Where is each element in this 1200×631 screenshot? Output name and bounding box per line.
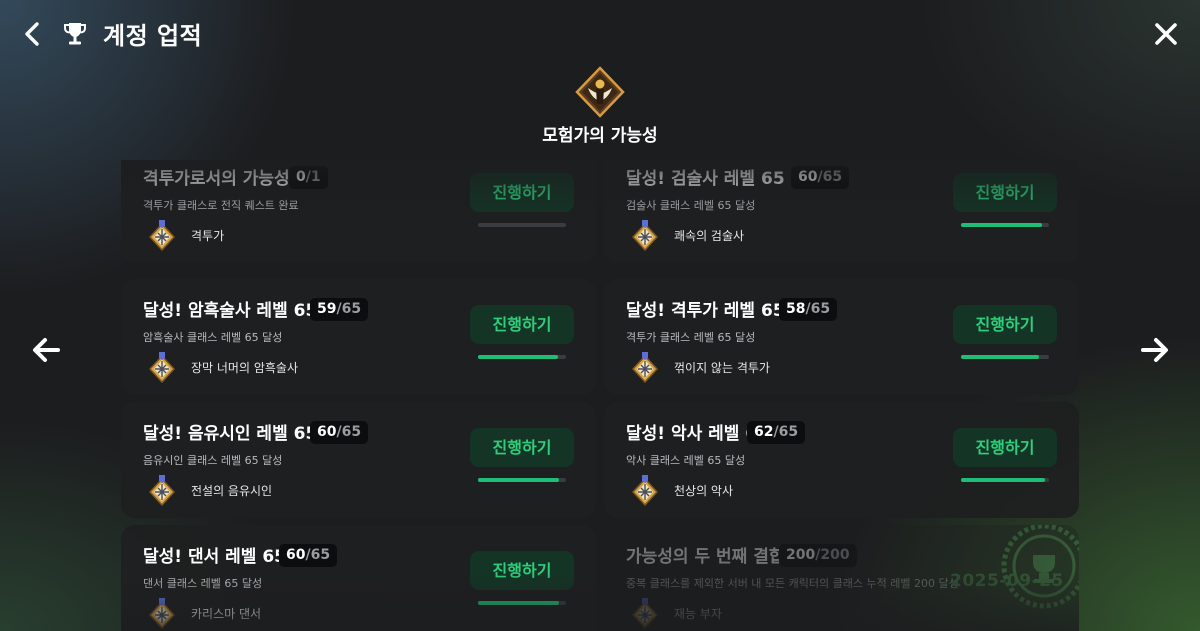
title-badge-icon — [148, 352, 176, 383]
title-badge-icon — [148, 475, 176, 506]
progress-bar-fill — [961, 223, 1043, 227]
achievement-title: 격투가로서의 가능성 — [143, 169, 290, 189]
count-total: /65 — [336, 301, 362, 317]
achievement-card: 달성! 악사 레벨 65 62/65 악사 클래스 레벨 65 달성 천상의 악사 진행… — [604, 402, 1079, 518]
achievement-list[interactable]: 격투가로서의 가능성 0/1 격투가 클래스로 전직 퀘스트 완료 격투가 진행하기 달성… — [121, 160, 1079, 631]
progress-bar-fill — [478, 478, 560, 482]
progress-bar — [478, 355, 566, 359]
achievement-description: 격투가 클래스 레벨 65 달성 — [626, 331, 756, 344]
achievement-title: 달성! 암흑술사 레벨 65 — [143, 301, 318, 321]
title-badge-icon — [631, 475, 659, 506]
top-bar: 계정 업적 — [0, 0, 1200, 68]
achievement-reward: 천상의 악사 — [674, 484, 734, 498]
achievement-card: 달성! 음유시인 레벨 65 60/65 음유시인 클래스 레벨 65 달성전설의 … — [121, 402, 596, 518]
title-badge-icon — [631, 352, 659, 383]
achievement-reward: 장막 너머의 암흑술사 — [191, 361, 298, 375]
close-icon[interactable] — [1152, 20, 1180, 48]
count-total: /1 — [305, 169, 321, 185]
progress-bar — [478, 223, 566, 227]
achievement-title: 가능성의 두 번째 결합 — [626, 547, 785, 567]
category-title: 모험가의 가능성 — [542, 126, 658, 146]
achievement-title: 달성! 격투가 레벨 65 — [626, 301, 785, 321]
achievement-count: 62/65 — [747, 421, 806, 444]
progress-bar — [961, 355, 1049, 359]
progress-bar-fill — [478, 355, 558, 359]
achievement-description: 중복 클래스를 제외한 서버 내 모든 캐릭터의 클래스 누적 레벨 200 달… — [626, 577, 959, 590]
proceed-button[interactable]: 진행하기 — [953, 173, 1057, 212]
count-current: 60 — [798, 169, 818, 185]
count-total: /65 — [773, 424, 799, 440]
title-badge-icon — [631, 598, 659, 629]
achievement-count: 200/200 — [779, 544, 857, 567]
title-badge-icon — [631, 220, 659, 251]
achievement-description: 암흑술사 클래스 레벨 65 달성 — [143, 331, 283, 344]
achievement-card: 가능성의 두 번째 결합 200/200 중복 클래스를 제외한 서버 내 모든 캐… — [604, 525, 1079, 631]
count-total: /65 — [305, 547, 331, 563]
achievement-card: 달성! 격투가 레벨 65 58/65 격투가 클래스 레벨 65 달성꺾이지 않는… — [604, 279, 1079, 395]
progress-bar — [961, 478, 1049, 482]
title-badge-icon — [148, 598, 176, 629]
achievement-reward: 재능 부자 — [674, 607, 722, 621]
achievement-title: 달성! 검술사 레벨 65 — [626, 169, 785, 189]
count-total: /200 — [815, 547, 850, 563]
achievement-description: 음유시인 클래스 레벨 65 달성 — [143, 454, 283, 467]
progress-bar-fill — [478, 601, 560, 605]
achievement-reward: 카리스마 댄서 — [191, 607, 262, 621]
count-current: 200 — [786, 547, 816, 563]
achievement-card: 달성! 검술사 레벨 65 60/65 검술사 클래스 레벨 65 달성쾌속의 검술… — [604, 160, 1079, 263]
count-current: 60 — [317, 424, 337, 440]
count-total: /65 — [817, 169, 843, 185]
achievement-reward: 전설의 음유시인 — [191, 484, 273, 498]
progress-bar-fill — [961, 478, 1045, 482]
count-total: /65 — [805, 301, 831, 317]
count-current: 59 — [317, 301, 337, 317]
achievement-count: 60/65 — [310, 421, 369, 444]
chevron-left-icon[interactable] — [20, 20, 46, 48]
progress-bar-fill — [961, 355, 1040, 359]
achievement-card: 격투가로서의 가능성 0/1 격투가 클래스로 전직 퀘스트 완료 격투가 진행하기 — [121, 160, 596, 263]
title-badge-icon — [148, 220, 176, 251]
arrow-right-icon[interactable] — [1139, 335, 1171, 365]
progress-bar — [961, 223, 1049, 227]
proceed-button[interactable]: 진행하기 — [470, 173, 574, 212]
count-current: 0 — [296, 169, 306, 185]
achievement-count: 0/1 — [289, 166, 328, 189]
achievement-description: 악사 클래스 레벨 65 달성 — [626, 454, 746, 467]
proceed-button[interactable]: 진행하기 — [470, 428, 574, 467]
achievement-reward: 격투가 — [191, 229, 225, 243]
achievement-count: 58/65 — [779, 298, 838, 321]
count-total: /65 — [336, 424, 362, 440]
achievement-description: 격투가 클래스로 전직 퀘스트 완료 — [143, 199, 299, 212]
arrow-left-icon[interactable] — [30, 335, 62, 365]
achievement-reward: 꺾이지 않는 격투가 — [674, 361, 770, 375]
achievement-title: 달성! 댄서 레벨 65 — [143, 547, 287, 567]
achievement-title: 달성! 음유시인 레벨 65 — [143, 424, 318, 444]
winged-emblem-icon — [575, 66, 625, 118]
page-title: 계정 업적 — [103, 22, 203, 50]
achievement-card: 달성! 암흑술사 레벨 65 59/65 암흑술사 클래스 레벨 65 달성장막 너… — [121, 279, 596, 395]
count-current: 62 — [754, 424, 774, 440]
completed-stamp-icon — [1001, 525, 1079, 609]
proceed-button[interactable]: 진행하기 — [470, 551, 574, 590]
count-current: 58 — [786, 301, 806, 317]
trophy-icon — [64, 23, 86, 45]
achievement-description: 검술사 클래스 레벨 65 달성 — [626, 199, 756, 212]
progress-bar — [478, 601, 566, 605]
achievement-card: 달성! 댄서 레벨 65 60/65 댄서 클래스 레벨 65 달성카리스마 댄서 진… — [121, 525, 596, 631]
proceed-button[interactable]: 진행하기 — [470, 305, 574, 344]
count-current: 60 — [286, 547, 306, 563]
achievement-count: 60/65 — [279, 544, 338, 567]
achievement-count: 59/65 — [310, 298, 369, 321]
completion-date: 2025-09-25 — [950, 571, 1064, 591]
progress-bar — [478, 478, 566, 482]
achievement-reward: 쾌속의 검술사 — [674, 229, 745, 243]
proceed-button[interactable]: 진행하기 — [953, 428, 1057, 467]
proceed-button[interactable]: 진행하기 — [953, 305, 1057, 344]
achievement-description: 댄서 클래스 레벨 65 달성 — [143, 577, 263, 590]
achievement-count: 60/65 — [791, 166, 850, 189]
